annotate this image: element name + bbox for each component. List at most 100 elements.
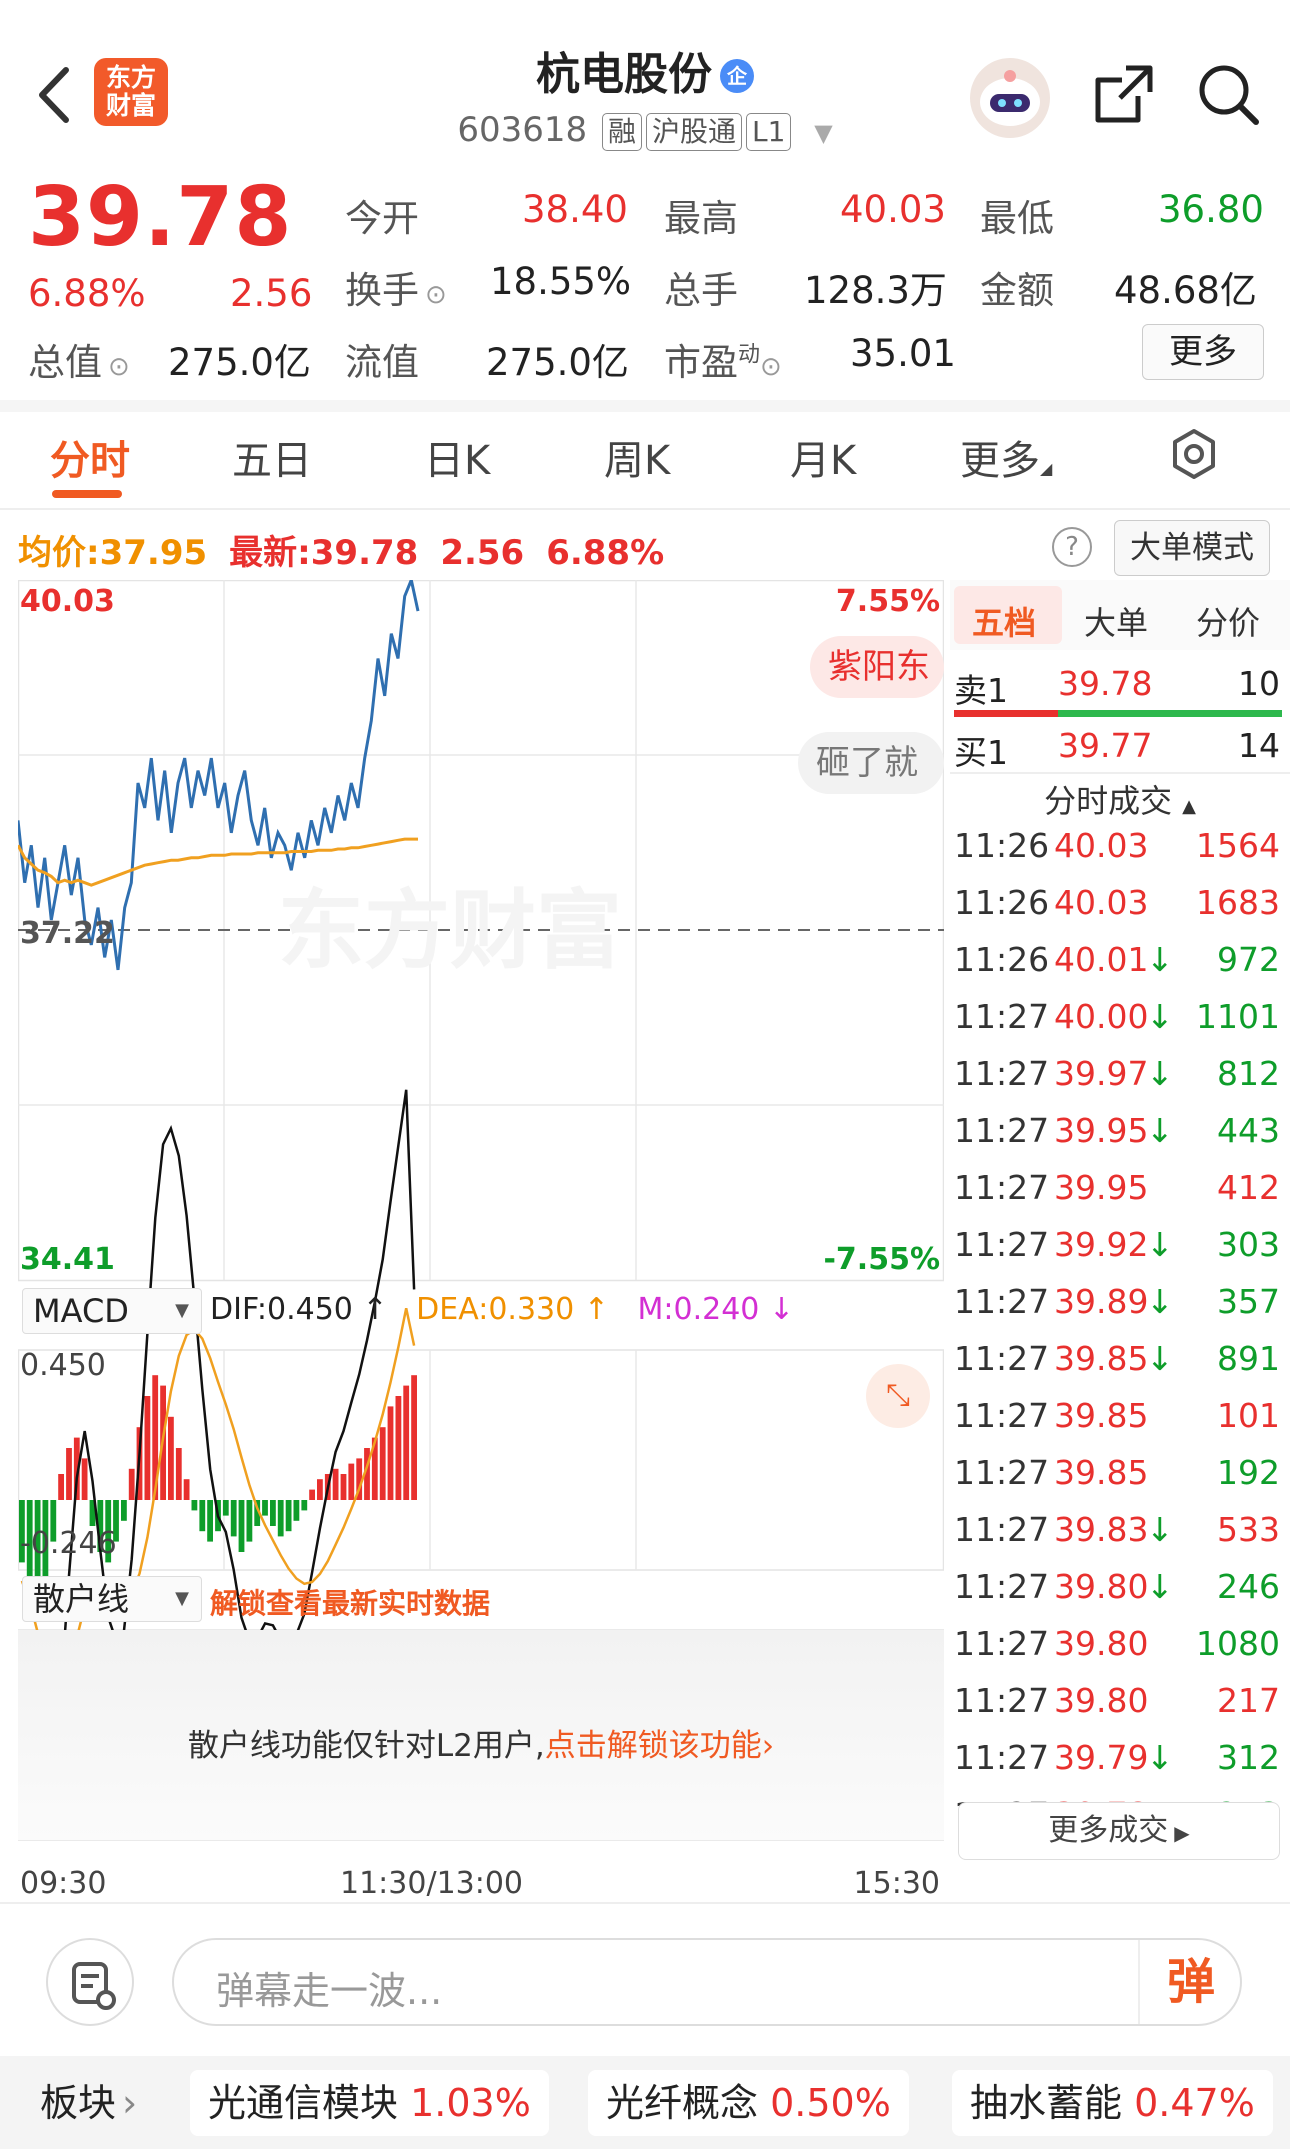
big-order-mode-button[interactable]: 大单模式 [1114,520,1270,576]
macd-bar [332,1468,339,1500]
chevron-right-icon: › [761,1728,775,1764]
info-icon: ⊙ [425,280,447,310]
tab-intraday[interactable]: 分时 [50,428,130,486]
sector-pct: 0.50% [770,2081,891,2125]
market-cap-label[interactable]: 总值 ⊙ [28,332,130,386]
send-danmaku-button[interactable]: 弹 [1138,1940,1242,2024]
sector-chip[interactable]: 光纤概念 0.50% [588,2070,909,2136]
turnover-label[interactable]: 换手 ⊙ [345,260,447,314]
unlock-feature-link[interactable]: 点击解锁该功能 [545,1728,762,1764]
pe-dynamic-sup: 动 [738,342,761,368]
turnover-value: 18.55% [490,260,632,303]
macd-bar [66,1448,72,1500]
tab-monthly-k[interactable]: 月K [790,428,856,486]
trade-price: 39.92 [1054,1225,1149,1264]
macd-bar [191,1500,198,1511]
macd-bar [175,1448,182,1500]
more-trades-label: 更多成交 [1048,1813,1169,1848]
avg-label: 均价: [18,533,100,573]
trade-volume: 1564 [1196,826,1280,865]
trade-direction: ↓ [1146,1282,1174,1321]
latest-change: 2.56 [440,533,525,573]
expand-icon[interactable]: ⤡ [866,1364,930,1428]
trade-price: 40.03 [1054,883,1149,922]
float-cap-value: 275.0亿 [486,341,629,384]
retail-line-select[interactable]: 散户线 ▼ [22,1576,202,1622]
pe-label[interactable]: 市盈动⊙ [664,332,782,386]
more-quote-button[interactable]: 更多 [1142,324,1264,380]
macd-bar [411,1375,417,1500]
chevron-right-icon: › [122,2081,138,2125]
help-icon[interactable]: ? [1052,527,1092,567]
trade-direction: ↓ [1146,1738,1174,1777]
enterprise-badge: 企 [720,59,754,93]
divider [0,1902,1290,1904]
tab-five-levels[interactable]: 五档 [972,598,1036,644]
trade-time: 11:26 [954,883,1050,922]
share-icon[interactable] [1092,62,1156,126]
trade-price: 39.95 [1054,1111,1149,1150]
trade-row: 11:26 40.03 1564 [950,826,1290,882]
trade-direction: ↓ [1146,1054,1174,1093]
low-value: 36.80 [1158,188,1264,231]
macd-bar [144,1396,151,1500]
assistant-avatar[interactable] [970,58,1050,138]
avg-value: 37.95 [99,533,208,573]
tab-five-day[interactable]: 五日 [232,428,312,486]
dropdown-arrow-icon: ▼ [175,1588,189,1609]
macd-bar [246,1500,253,1542]
macd-bar [183,1479,190,1500]
current-price: 39.78 [28,170,293,265]
trades-header[interactable]: 分时成交 ▲ [950,776,1290,822]
danmaku-settings-icon[interactable] [46,1938,134,2026]
trade-row: 11:27 39.80 1080 [950,1624,1290,1680]
price-high-label: 40.03 [20,584,115,619]
trade-volume: 246 [1217,1567,1280,1606]
sector-chip[interactable]: 抽水蓄能 0.47% [952,2070,1273,2136]
tab-active-underline [52,490,122,498]
danmaku-bubble[interactable]: 砸了就 [798,732,944,794]
trade-row: 11:27 39.89 ↓ 357 [950,1282,1290,1338]
trade-direction: ↓ [1146,1567,1174,1606]
dea-value: DEA:0.330 [416,1292,575,1327]
gear-icon[interactable] [1168,428,1220,480]
danmaku-bubble[interactable]: 紫阳东 [810,636,944,698]
macd-bar [387,1406,394,1500]
tab-price-levels[interactable]: 分价 [1196,598,1260,644]
trade-time: 11:27 [954,997,1050,1036]
tab-more-label: 更多 [960,438,1040,484]
low-label: 最低 [980,197,1054,240]
indicator-select[interactable]: MACD ▼ [22,1288,202,1334]
trade-direction: ↓ [1146,1225,1174,1264]
unlock-realtime-link[interactable]: 解锁查看最新实时数据 [210,1582,490,1622]
latest-value: 39.78 [310,533,419,573]
trade-time: 11:27 [954,1624,1050,1663]
sector-chip[interactable]: 光通信模块 1.03% [190,2070,549,2136]
trade-price: 40.01 [1054,940,1149,979]
trade-time: 11:27 [954,1396,1050,1435]
sector-name: 光纤概念 [606,2081,759,2125]
tab-weekly-k[interactable]: 周K [604,428,670,486]
market-cap-value: 275.0亿 [168,341,311,384]
tab-more[interactable]: 更多◢ [960,428,1052,486]
trade-row: 11:27 39.92 ↓ 303 [950,1225,1290,1281]
macd-bar [207,1500,213,1542]
trade-price: 39.80 [1054,1624,1149,1663]
tab-daily-k[interactable]: 日K [424,428,490,486]
trade-price: 39.85 [1054,1396,1149,1435]
more-trades-button[interactable]: 更多成交 ▶ [958,1802,1280,1860]
trade-time: 11:27 [954,1339,1050,1378]
tab-big-orders[interactable]: 大单 [1084,598,1148,644]
margin-tag: 融 [601,113,642,151]
trade-volume: 357 [1217,1282,1280,1321]
sector-label[interactable]: 板块 › [22,2070,155,2136]
trade-row: 11:27 39.97 ↓ 812 [950,1054,1290,1110]
intraday-chart[interactable]: 40.03 7.55% 34.41 -7.55% 37.22 东方财富 紫阳东 … [16,574,945,1901]
trade-time: 11:27 [954,1453,1050,1492]
trades-title: 分时成交 [1044,782,1173,820]
macd-bar [379,1427,386,1500]
search-icon[interactable] [1194,60,1262,128]
trade-price: 39.83 [1054,1510,1149,1549]
trade-time: 11:26 [954,826,1050,865]
macd-bar [317,1479,323,1500]
